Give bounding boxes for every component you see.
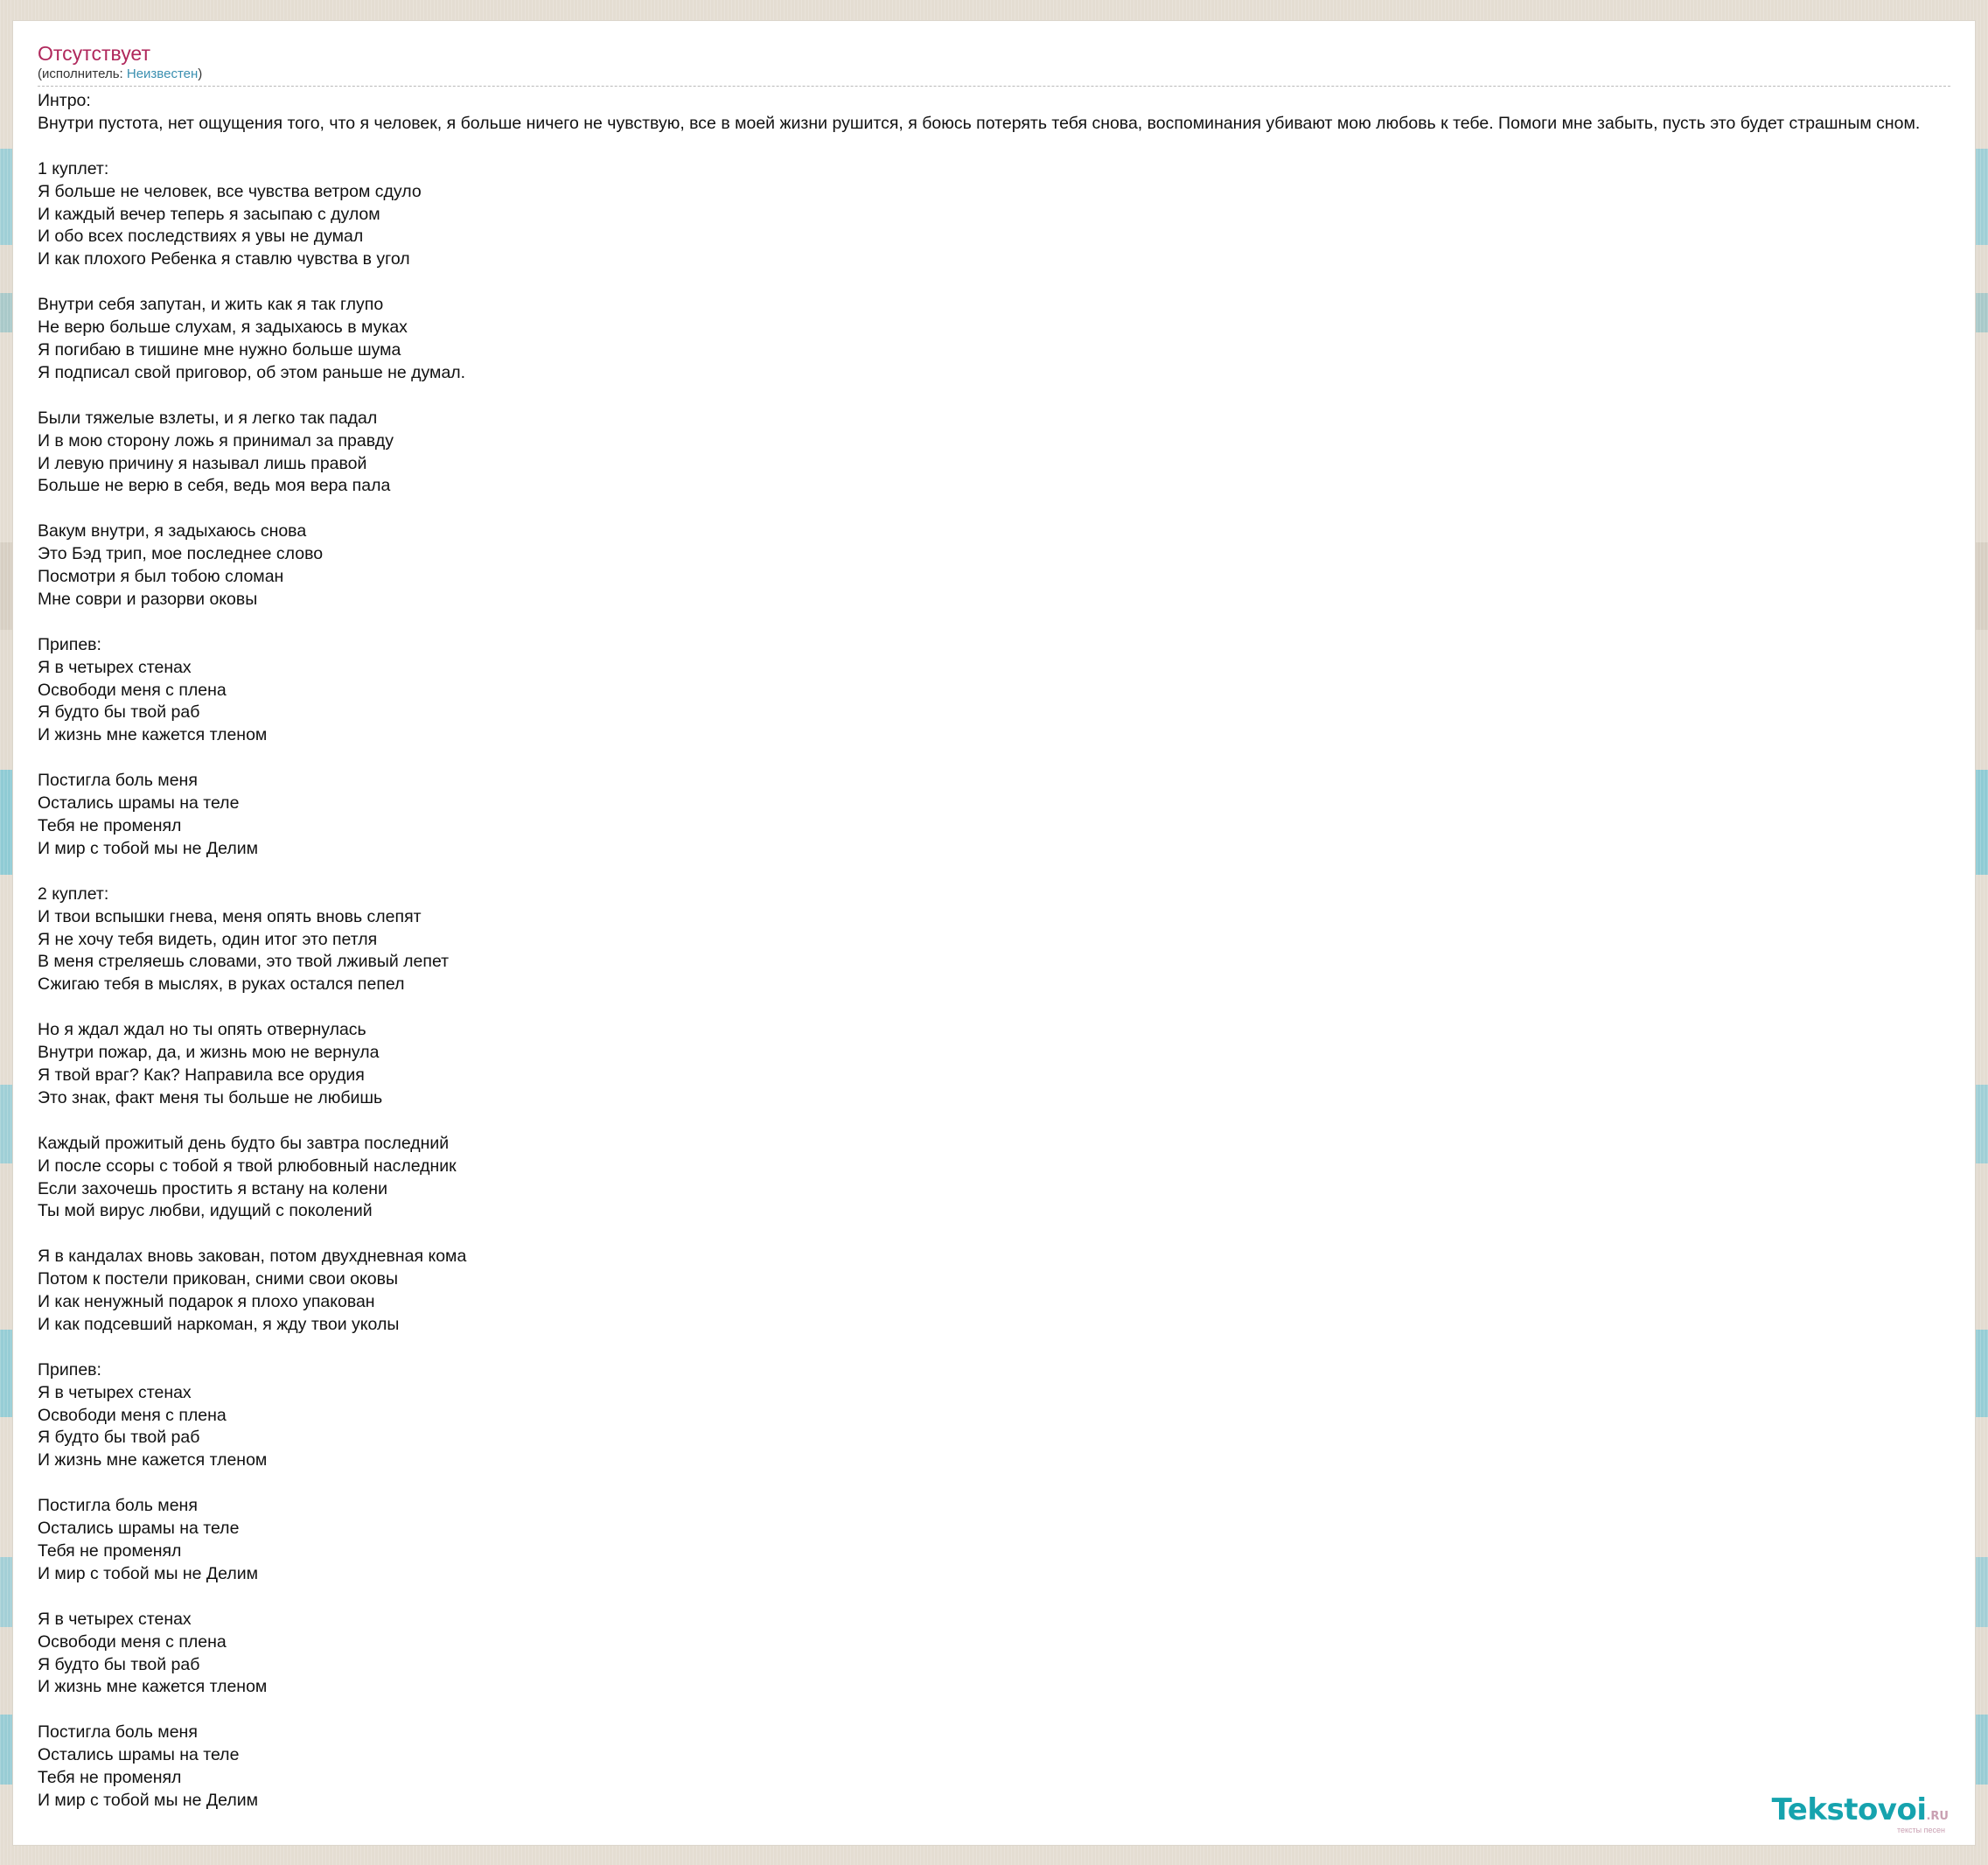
lyrics-line: Я погибаю в тишине мне нужно больше шума xyxy=(38,339,401,360)
lyrics-line: Но я ждал ждал но ты опять отвернулась xyxy=(38,1020,366,1040)
lyrics-line: Интро: xyxy=(38,91,91,110)
lyrics-blank-line xyxy=(38,271,1975,294)
lyrics-line: Каждый прожитый день будто бы завтра пос… xyxy=(38,1133,450,1153)
lyrics-line: Были тяжелые взлеты, и я легко так падал xyxy=(38,408,378,428)
lyrics-line: И как подсевший наркоман, я жду твои уко… xyxy=(38,1314,400,1334)
lyrics-line: И как плохого Ребенка я ставлю чувства в… xyxy=(38,249,410,269)
lyrics-line: Больше не верю в себя, ведь моя вера пал… xyxy=(38,476,391,496)
lyrics-blank-line xyxy=(38,861,1975,884)
lyrics-line: Вакум внутри, я задыхаюсь снова xyxy=(38,521,307,541)
lyrics-line: Ты мой вирус любви, идущий с поколений xyxy=(38,1201,373,1221)
lyrics-text: Интро: Внутри пустота, нет ощущения того,… xyxy=(38,90,1975,1813)
lyrics-blank-line xyxy=(38,1699,1975,1722)
lyrics-line: 1 куплет: xyxy=(38,158,109,178)
logo-tagline: тексты песен xyxy=(1896,1826,1945,1834)
song-title: Отсутствует xyxy=(38,42,150,65)
lyrics-line: Я в четырех стенах xyxy=(38,1382,192,1402)
artist-prefix: (исполнитель: xyxy=(38,66,127,81)
lyrics-line: Это Бэд трип, мое последнее слово xyxy=(38,544,324,564)
lyrics-line: И левую причину я называл лишь правой xyxy=(38,453,367,473)
lyrics-line: И как ненужный подарок я плохо упакован xyxy=(38,1292,375,1312)
lyrics-blank-line xyxy=(38,1337,1975,1359)
site-logo[interactable]: Tekstovoi.RU тексты песен xyxy=(1772,1795,1949,1834)
lyrics-line: Припев: xyxy=(38,1359,101,1380)
lyrics-line: И твои вспышки гнева, меня опять вновь с… xyxy=(38,906,422,926)
lyrics-line: Я больше не человек, все чувства ветром … xyxy=(38,181,422,201)
lyrics-blank-line xyxy=(38,136,1975,158)
lyrics-line: Остались шрамы на теле xyxy=(38,1519,240,1539)
lyrics-line: Сжигаю тебя в мыслях, в руках остался пе… xyxy=(38,974,405,995)
lyrics-line: И жизнь мне кажется тленом xyxy=(38,725,268,745)
logo-domain: .RU xyxy=(1926,1810,1949,1823)
lyrics-line: Внутри себя запутан, и жить как я так гл… xyxy=(38,295,384,315)
lyrics-line: Освободи меня с плена xyxy=(38,1405,227,1425)
lyrics-line: Освободи меня с плена xyxy=(38,1631,227,1652)
lyrics-line: Постигла боль меня xyxy=(38,1722,198,1743)
lyrics-blank-line xyxy=(38,747,1975,770)
lyrics-line: Посмотри я был тобою сломан xyxy=(38,567,284,587)
lyrics-line: Я будто бы твой раб xyxy=(38,702,200,723)
lyrics-line: Я не хочу тебя видеть, один итог это пет… xyxy=(38,929,378,949)
lyrics-line: И обо всех последствиях я увы не думал xyxy=(38,227,364,247)
artist-link[interactable]: Неизвестен xyxy=(127,66,198,81)
lyrics-line: Тебя не променял xyxy=(38,1768,182,1788)
lyrics-blank-line xyxy=(38,1472,1975,1495)
lyrics-card: Отсутствует (исполнитель: Неизвестен) Ин… xyxy=(12,20,1976,1846)
lyrics-line: Я подписал свой приговор, об этом раньше… xyxy=(38,362,466,382)
lyrics-line: И жизнь мне кажется тленом xyxy=(38,1450,268,1470)
artist-suffix: ) xyxy=(198,66,203,81)
lyrics-line: Потом к постели прикован, сними свои око… xyxy=(38,1269,398,1289)
lyrics-line: Остались шрамы на теле xyxy=(38,793,240,814)
lyrics-blank-line xyxy=(38,1110,1975,1133)
lyrics-line: 2 куплет: xyxy=(38,884,109,904)
lyrics-line: Не верю больше слухам, я задыхаюсь в мук… xyxy=(38,318,408,338)
lyrics-line: Постигла боль меня xyxy=(38,1496,198,1516)
lyrics-line: Тебя не променял xyxy=(38,816,182,835)
lyrics-line: И после ссоры с тобой я твой рлюбовный н… xyxy=(38,1156,457,1176)
lyrics-line: Если захочешь простить я встану на колен… xyxy=(38,1178,387,1198)
lyrics-line: Я будто бы твой раб xyxy=(38,1654,200,1674)
lyrics-line: Я твой враг? Как? Направила все орудия xyxy=(38,1065,365,1085)
lyrics-line: Это знак, факт меня ты больше не любишь xyxy=(38,1087,383,1107)
lyrics-line: Я в четырех стенах xyxy=(38,1609,192,1629)
lyrics-line: И каждый вечер теперь я засыпаю с дулом xyxy=(38,204,380,224)
lyrics-line: Я в четырех стенах xyxy=(38,657,192,677)
lyrics-blank-line xyxy=(38,498,1975,520)
lyrics-line: Внутри пустота, нет ощущения того, что я… xyxy=(38,113,1921,133)
lyrics-line: Я в кандалах вновь закован, потом двухдн… xyxy=(38,1247,467,1267)
lyrics-line: Тебя не променял xyxy=(38,1541,182,1561)
lyrics-line: Внутри пожар, да, и жизнь мою не вернула xyxy=(38,1043,380,1063)
lyrics-blank-line xyxy=(38,611,1975,634)
lyrics-line: И мир с тобой мы не Делим xyxy=(38,1563,258,1583)
lyrics-line: Припев: xyxy=(38,634,101,654)
lyrics-line: И мир с тобой мы не Делим xyxy=(38,1790,258,1810)
lyrics-line: Мне соври и разорви оковы xyxy=(38,589,258,609)
song-header: Отсутствует (исполнитель: Неизвестен) xyxy=(38,40,1950,87)
lyrics-line: И мир с тобой мы не Делим xyxy=(38,838,258,858)
lyrics-blank-line xyxy=(38,996,1975,1019)
lyrics-line: Освободи меня с плена xyxy=(38,680,227,700)
artist-line: (исполнитель: Неизвестен) xyxy=(38,66,1950,82)
lyrics-blank-line xyxy=(38,1586,1975,1609)
lyrics-line: Остались шрамы на теле xyxy=(38,1745,240,1765)
lyrics-line: Я будто бы твой раб xyxy=(38,1428,200,1448)
lyrics-line: Постигла боль меня xyxy=(38,771,198,791)
lyrics-blank-line xyxy=(38,385,1975,408)
lyrics-blank-line xyxy=(38,1223,1975,1246)
lyrics-line: И жизнь мне кажется тленом xyxy=(38,1677,268,1697)
logo-wordmark: Tekstovoi xyxy=(1771,1792,1927,1827)
lyrics-line: В меня стреляешь словами, это твой лживы… xyxy=(38,952,450,972)
lyrics-line: И в мою сторону ложь я принимал за правд… xyxy=(38,430,394,451)
